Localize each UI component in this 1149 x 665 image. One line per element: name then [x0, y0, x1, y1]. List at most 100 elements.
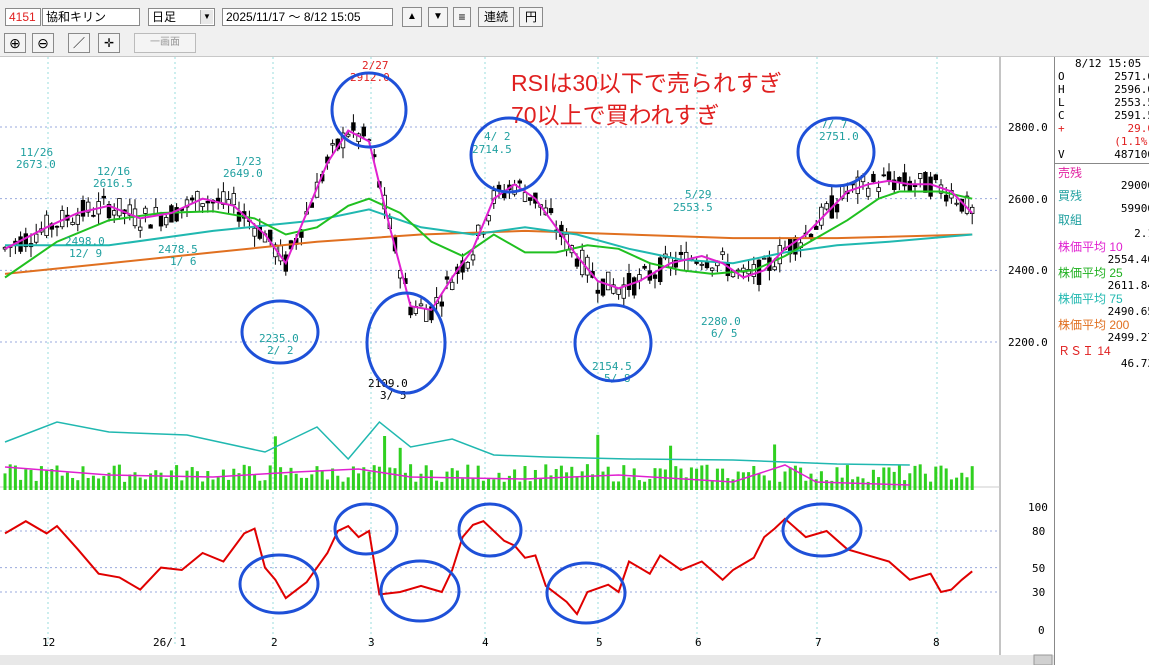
panel-datetime: 8/12 15:05 — [1075, 57, 1142, 70]
volume-bar — [445, 471, 449, 490]
volume-bar — [762, 475, 766, 490]
volume-bar — [871, 469, 875, 490]
rsi-value: 46.73 — [1120, 357, 1149, 370]
info-panel: 8/12 15:05 O 2571.0 H 2596.0 L 2553.5 C 2591.5 +… — [1054, 57, 1149, 665]
volume-bar — [970, 466, 974, 490]
period-select[interactable]: 日足 ▼ — [148, 8, 215, 26]
candle-body — [834, 203, 840, 213]
volume-bar — [518, 481, 522, 490]
peak-price-label: 2616.5 — [93, 177, 133, 190]
volume-bar — [128, 474, 132, 490]
annotation: RSIは30以下で売られすぎ 70以上で買われすぎ — [511, 70, 782, 128]
volume-bar — [117, 464, 121, 490]
scroll-right-button[interactable] — [1033, 654, 1053, 665]
volume-bar — [154, 470, 158, 490]
highlight-circle — [238, 553, 320, 615]
volume-bar — [715, 468, 719, 490]
scroll-up-button[interactable]: ▲ — [402, 7, 422, 27]
rsi-tick: 50 — [1032, 562, 1045, 575]
candle-body — [866, 187, 871, 197]
ohlc-value: 487100 — [1114, 148, 1149, 161]
price-tick: 2600.0 — [1008, 193, 1048, 206]
horizontal-scrollbar[interactable] — [0, 655, 1054, 665]
ohlc-key: + — [1058, 122, 1065, 135]
candle-body — [907, 180, 912, 191]
x-tick: 12 — [42, 636, 55, 649]
candle-body — [44, 214, 49, 237]
volume-bar — [435, 480, 439, 490]
volume-bar — [294, 473, 298, 490]
volume-bar — [419, 473, 423, 490]
candle-body — [814, 225, 819, 230]
drawing-toolbar: ⊕ ⊖ ／ ✛ 一画面 — [0, 30, 1149, 57]
volume-bar — [221, 469, 225, 490]
candle-body — [200, 203, 205, 207]
volume-bar — [388, 467, 392, 490]
ratio-label: 取組 — [1058, 213, 1083, 227]
volume-bar — [622, 465, 626, 490]
candle-body — [574, 258, 580, 267]
candle-body — [143, 207, 148, 214]
candle-body — [710, 267, 715, 271]
volume-bar — [944, 468, 948, 490]
volume-bar — [138, 477, 142, 490]
volume-bar — [663, 469, 667, 490]
candle-body — [876, 187, 881, 192]
volume-bar — [799, 467, 803, 490]
one-screen-button[interactable]: 一画面 — [134, 33, 196, 53]
volume-bar — [773, 444, 777, 490]
volume-bar — [565, 472, 569, 490]
crosshair-icon[interactable]: ✛ — [98, 33, 120, 53]
peak-price-label: 2649.0 — [223, 167, 263, 180]
volume-bar — [955, 477, 959, 490]
x-tick: 3 — [368, 636, 375, 649]
menu-button[interactable]: ≡ — [453, 7, 471, 27]
volume-bar — [637, 480, 641, 490]
volume-bar — [398, 447, 402, 490]
volume-bar — [34, 480, 38, 490]
candle-body — [684, 251, 689, 272]
volume-bar — [788, 467, 792, 490]
yen-button[interactable]: 円 — [519, 7, 543, 27]
volume-bar — [331, 468, 335, 490]
volume-bar — [617, 481, 621, 490]
x-tick: 6 — [695, 636, 702, 649]
candle-body — [606, 271, 611, 291]
zoom-out-icon[interactable]: ⊖ — [32, 33, 54, 53]
highlight-circle — [781, 502, 863, 558]
ohlc-key: C — [1058, 109, 1065, 122]
candle-body — [772, 266, 777, 271]
volume-bar — [13, 465, 17, 490]
volume-bar — [918, 464, 922, 490]
scroll-down-button[interactable]: ▼ — [428, 7, 448, 27]
stock-chart[interactable]: 2800.0 2600.0 2400.0 2200.0 100 80 50 30… — [0, 57, 1054, 665]
rsi-tick: 80 — [1032, 525, 1045, 538]
volume-bar — [949, 479, 953, 490]
candle-body — [517, 180, 522, 184]
volume-bar — [648, 478, 652, 490]
ohlc-value: 2596.0 — [1114, 83, 1149, 96]
volume-bar — [643, 481, 647, 490]
volume-bar — [336, 475, 340, 490]
volume-bar — [268, 465, 272, 490]
x-axis: 12 26/ 1 2 3 4 5 6 7 8 — [42, 636, 940, 649]
candle-body — [918, 173, 923, 179]
zoom-in-icon[interactable]: ⊕ — [4, 33, 26, 53]
candle-body — [871, 173, 876, 183]
consecutive-button[interactable]: 連続 — [478, 7, 514, 27]
price-tick: 2800.0 — [1008, 121, 1048, 134]
volume-bar — [102, 476, 106, 490]
draw-line-icon[interactable]: ／ — [68, 33, 90, 53]
stock-code-input[interactable]: 4151 — [5, 8, 41, 26]
volume-bar — [211, 479, 215, 490]
volume-bar — [253, 474, 257, 490]
candle-body — [954, 202, 959, 205]
candle-body — [408, 306, 413, 316]
volume-bar — [367, 471, 371, 490]
volume-bar — [242, 464, 246, 490]
volume-bar — [539, 478, 543, 490]
candle-body — [91, 214, 96, 217]
volume-bar — [741, 472, 745, 490]
volume-bar — [913, 465, 917, 490]
candle-body — [252, 227, 257, 237]
